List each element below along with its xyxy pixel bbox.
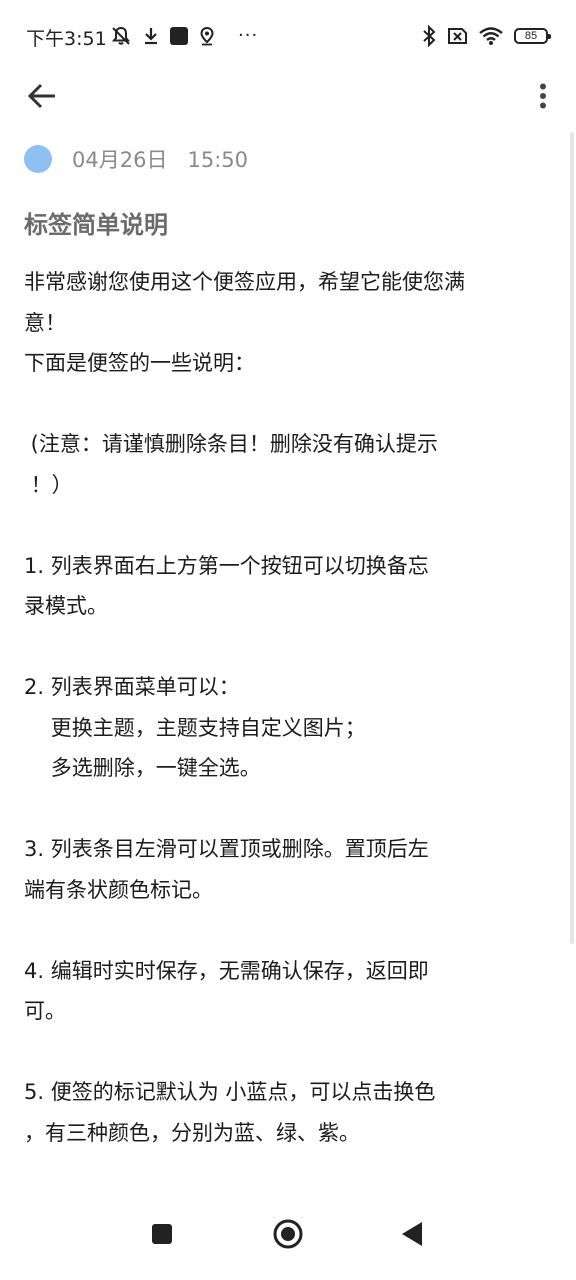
- system-nav-bar: [0, 1200, 576, 1280]
- more-vert-icon: [539, 83, 547, 109]
- note-line: ，有三种颜色，分别为蓝、绿、紫。: [24, 1120, 360, 1145]
- note-line: 4. 编辑时实时保存，无需确认保存，返回即: [24, 958, 429, 983]
- recents-square-icon: [150, 1222, 174, 1246]
- location-icon: [198, 26, 216, 46]
- back-button[interactable]: [20, 76, 64, 116]
- note-line: 多选删除，一键全选。: [24, 756, 261, 780]
- muted-bell-icon: [110, 25, 132, 47]
- overflow-menu-button[interactable]: [528, 76, 558, 116]
- wifi-icon: [478, 26, 504, 46]
- scrollbar-thumb[interactable]: [570, 132, 574, 944]
- note-line: 1. 列表界面右上方第一个按钮可以切换备忘: [24, 553, 429, 578]
- note-line: (注意：请谨慎删除条目！删除没有确认提示: [24, 432, 438, 456]
- note-line: 可。: [24, 999, 66, 1023]
- note-meta: 04月26日 15:50: [24, 142, 248, 176]
- note-line: 端有条状颜色标记。: [24, 877, 213, 902]
- note-line: 更换主题，主题支持自定义图片；: [24, 715, 366, 740]
- note-line: 下面是便签的一些说明：: [24, 351, 255, 375]
- note-body[interactable]: 非常感谢您使用这个便签应用，希望它能使您满 意！ 下面是便签的一些说明： (注意…: [24, 262, 539, 1153]
- scrollbar[interactable]: [568, 132, 576, 944]
- status-more-indicator: ···: [238, 25, 259, 46]
- note-title[interactable]: 标签简单说明: [24, 205, 168, 245]
- home-button[interactable]: [263, 1214, 313, 1254]
- note-line: 5. 便签的标记默认为 小蓝点，可以点击换色: [24, 1080, 436, 1104]
- note-line: 3. 列表条目左滑可以置顶或删除。置顶后左: [24, 837, 429, 861]
- status-left-icons: ···: [110, 24, 258, 48]
- battery-indicator: 85: [514, 28, 551, 44]
- note-line: 2. 列表界面菜单可以：: [24, 675, 240, 699]
- note-line: 非常感谢您使用这个便签应用，希望它能使您满: [24, 270, 465, 294]
- note-line: [24, 384, 539, 425]
- status-time: 下午3:51: [26, 28, 107, 50]
- download-icon: [142, 26, 160, 46]
- status-right-icons: 85: [422, 24, 551, 48]
- note-line: [24, 505, 539, 546]
- sim-disabled-icon: [446, 26, 468, 46]
- note-detail-screen: 下午3:51 ··· 85 04月26日 15:50 标签简单说明 非常感谢您使…: [0, 0, 576, 1280]
- recents-button[interactable]: [137, 1214, 187, 1254]
- note-time: 15:50: [187, 148, 249, 172]
- nav-back-button[interactable]: [387, 1214, 437, 1254]
- home-circle-icon: [272, 1218, 304, 1250]
- app-square-icon: [170, 27, 188, 45]
- note-line: 意！: [24, 310, 66, 335]
- note-date: 04月26日: [72, 148, 168, 172]
- note-line: [24, 627, 539, 668]
- note-line: 录模式。: [24, 594, 108, 618]
- note-color-dot[interactable]: [24, 145, 52, 173]
- bluetooth-icon: [422, 25, 436, 47]
- back-triangle-icon: [400, 1220, 424, 1248]
- arrow-left-icon: [26, 82, 58, 110]
- note-line: ！）: [24, 472, 73, 497]
- note-line: [24, 910, 539, 951]
- app-bar: [0, 72, 576, 120]
- status-bar: 下午3:51 ··· 85: [0, 0, 576, 72]
- note-line: [24, 1032, 539, 1073]
- note-line: [24, 789, 539, 830]
- note-datetime: 04月26日 15:50: [72, 144, 248, 174]
